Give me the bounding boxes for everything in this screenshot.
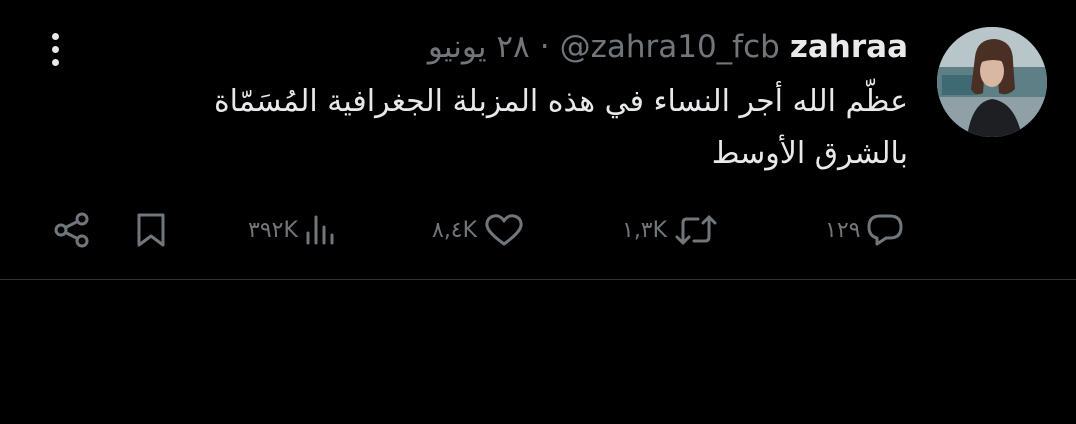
avatar[interactable]	[937, 27, 1047, 137]
separator-dot: ·	[539, 29, 550, 65]
reply-icon	[866, 213, 904, 247]
bookmark-icon	[133, 211, 169, 249]
bookmark-button[interactable]	[133, 205, 169, 255]
views-count: ٣٩٢K	[248, 217, 299, 243]
retweet-button[interactable]: ١,٣K	[622, 205, 718, 255]
action-bar: ١٢٩ ١,٣K ٨,٤K ٣٩٢K	[0, 205, 1076, 255]
share-icon	[52, 210, 92, 250]
tweet[interactable]: zahraa @zahra10_fcb · ٢٨ يونيو عظّم الله…	[0, 0, 1076, 280]
tweet-date[interactable]: ٢٨ يونيو	[428, 29, 530, 65]
divider	[0, 279, 1076, 280]
retweet-count: ١,٣K	[622, 217, 668, 243]
tweet-text: عظّم الله أجر النساء في هذه المزبلة الجغ…	[108, 76, 908, 180]
reply-count: ١٢٩	[825, 217, 861, 243]
tweet-header: zahraa @zahra10_fcb · ٢٨ يونيو	[428, 26, 908, 68]
heart-icon	[484, 213, 524, 247]
views-button[interactable]: ٣٩٢K	[248, 205, 338, 255]
like-count: ٨,٤K	[432, 217, 478, 243]
share-button[interactable]	[52, 205, 92, 255]
like-button[interactable]: ٨,٤K	[432, 205, 524, 255]
reply-button[interactable]: ١٢٩	[825, 205, 904, 255]
more-vertical-icon[interactable]	[40, 30, 70, 68]
user-handle[interactable]: @zahra10_fcb	[560, 29, 780, 65]
tweet-text-line: عظّم الله أجر النساء في هذه المزبلة الجغ…	[213, 84, 908, 119]
retweet-icon	[674, 213, 718, 247]
tweet-text-line: بالشرق الأوسط	[711, 136, 908, 171]
display-name[interactable]: zahraa	[790, 29, 908, 65]
views-icon	[304, 213, 338, 247]
